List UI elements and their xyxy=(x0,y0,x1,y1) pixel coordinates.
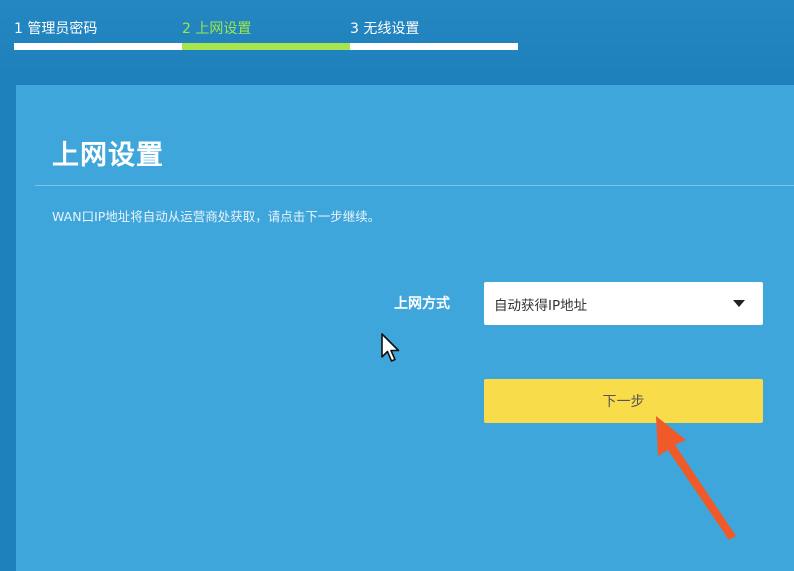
step-label: 1 管理员密码 xyxy=(14,21,98,37)
step-internet-settings[interactable]: 2 上网设置 xyxy=(182,0,350,60)
caret-down-icon[interactable] xyxy=(733,300,745,307)
step-admin-password[interactable]: 1 管理员密码 xyxy=(14,0,182,60)
step-progress-bar xyxy=(14,43,182,50)
setup-stepper: 1 管理员密码 2 上网设置 3 无线设置 xyxy=(14,0,524,60)
pointing-arrow-icon xyxy=(656,416,736,540)
title-divider xyxy=(35,185,794,186)
connection-type-value: 自动获得IP地址 xyxy=(494,297,588,314)
step-wireless-settings[interactable]: 3 无线设置 xyxy=(350,0,518,60)
step-label: 3 无线设置 xyxy=(350,21,420,37)
router-setup-page: 1 管理员密码 2 上网设置 3 无线设置 上网设置 WAN口IP地址将自动从运… xyxy=(0,0,794,571)
step-progress-bar xyxy=(182,43,350,50)
step-progress-bar xyxy=(350,43,518,50)
step-label: 2 上网设置 xyxy=(182,21,252,37)
connection-type-label: 上网方式 xyxy=(394,296,450,312)
page-title: 上网设置 xyxy=(52,140,164,171)
wan-hint-text: WAN口IP地址将自动从运营商处获取，请点击下一步继续。 xyxy=(52,209,381,224)
mouse-pointer-icon xyxy=(381,333,400,362)
connection-type-select[interactable]: 自动获得IP地址 xyxy=(484,282,763,325)
